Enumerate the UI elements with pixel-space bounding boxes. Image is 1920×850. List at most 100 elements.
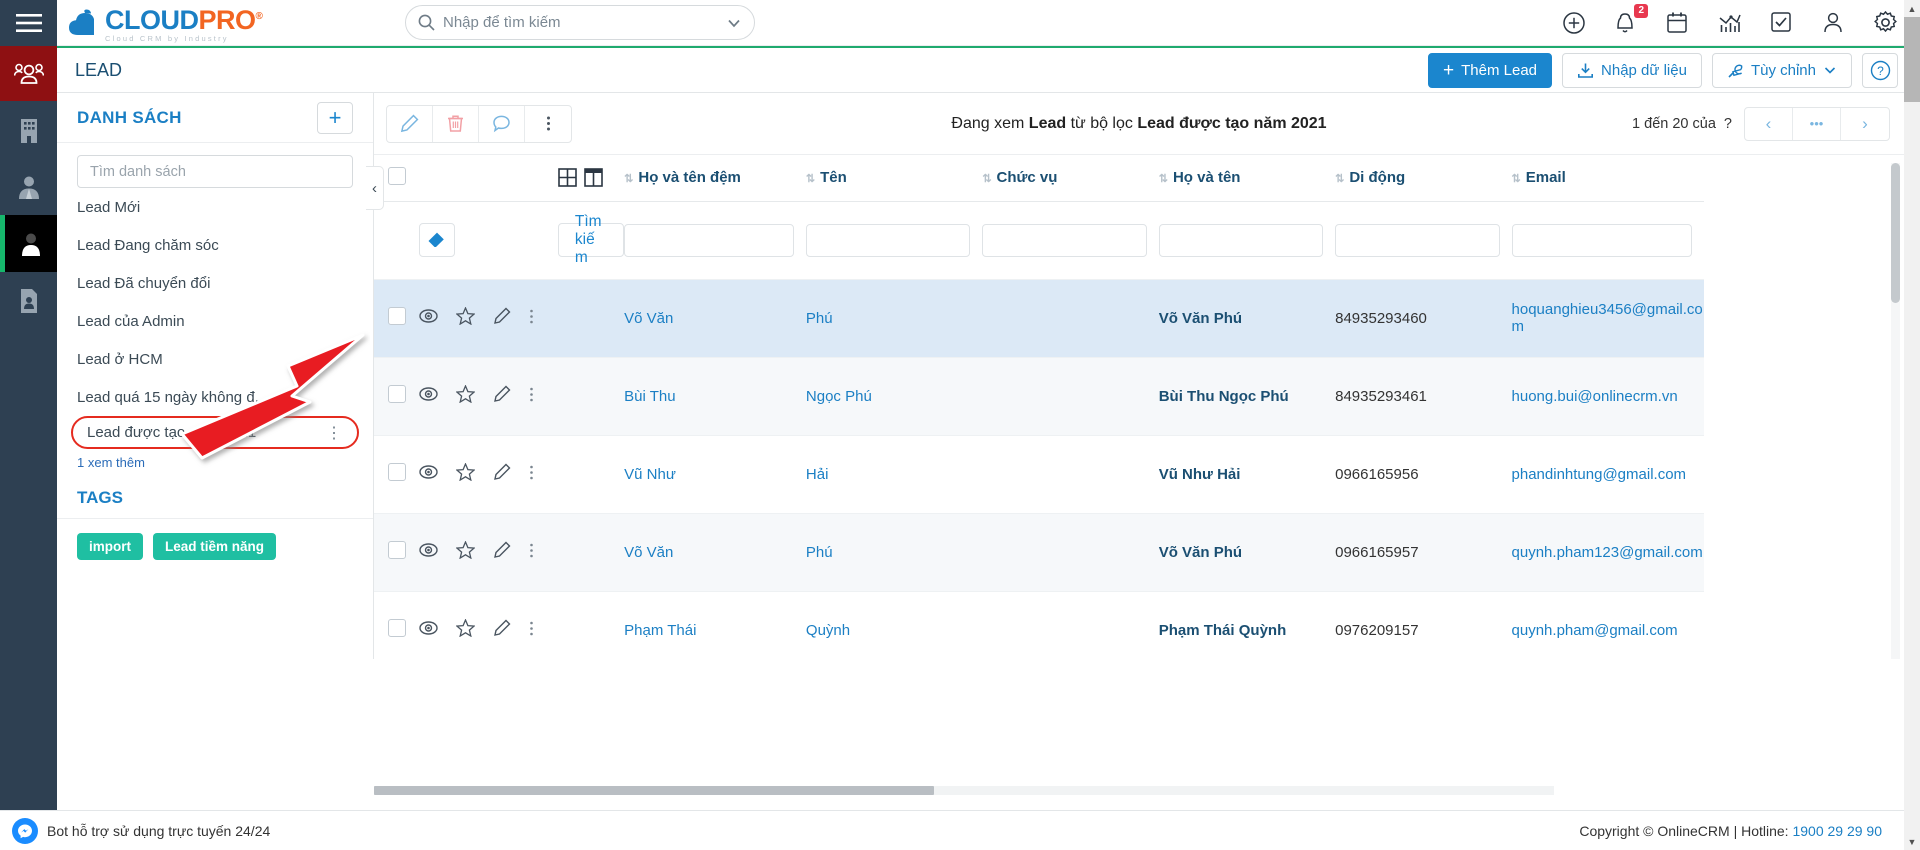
user-icon[interactable] xyxy=(1822,11,1846,35)
cell-email[interactable]: huong.bui@onlinecrm.vn xyxy=(1511,357,1704,436)
edit-pencil-icon[interactable] xyxy=(493,385,511,407)
scrollbar-track[interactable] xyxy=(1891,163,1900,659)
filter-input-di-dong[interactable] xyxy=(1335,223,1500,257)
more-vertical-icon[interactable] xyxy=(529,464,534,485)
chevron-down-icon[interactable] xyxy=(726,15,742,31)
scroll-up-arrow-icon[interactable]: ▲ xyxy=(1904,0,1920,17)
filter-input-ho-va-ten[interactable] xyxy=(1158,223,1324,257)
import-data-button[interactable]: Nhập dữ liệu xyxy=(1562,52,1702,88)
column-header-chuc-vu[interactable]: ⇅ Chức vụ xyxy=(982,155,1159,202)
filter-input-ten[interactable] xyxy=(805,223,971,257)
app-logo[interactable]: CLOUDPRO® Cloud CRM by Industry xyxy=(69,3,263,43)
page-vertical-scrollbar[interactable]: ▲ ▼ xyxy=(1904,0,1920,850)
table-row[interactable]: Võ Văn Phú Võ Văn Phú 84935293460 hoquan… xyxy=(374,279,1704,358)
scroll-down-arrow-icon[interactable]: ▼ xyxy=(1904,833,1920,850)
favorite-star-icon[interactable] xyxy=(455,384,476,407)
column-header-email[interactable]: ⇅ Email xyxy=(1511,155,1704,202)
sidebar-list-item-selected[interactable]: Lead được tạo năm 2021 ⋮ xyxy=(71,416,359,449)
sidebar-list-item[interactable]: Lead quá 15 ngày không đ.. xyxy=(57,378,373,416)
view-eye-icon[interactable] xyxy=(419,465,438,483)
list-item-more-icon[interactable]: ⋮ xyxy=(326,423,343,443)
bell-icon[interactable]: 2 xyxy=(1614,4,1648,35)
scrollbar-thumb[interactable] xyxy=(374,786,934,795)
global-search-box[interactable] xyxy=(405,5,755,40)
column-header-ho-ten-dem[interactable]: ⇅ Họ và tên đệm xyxy=(624,155,806,202)
rail-item-documents[interactable] xyxy=(0,272,57,329)
chat-support-widget[interactable]: Bot hỗ trợ sử dụng trực tuyến 24/24 xyxy=(12,817,270,844)
sort-icon[interactable]: ⇅ xyxy=(982,172,991,185)
more-vertical-icon[interactable] xyxy=(529,542,534,563)
row-checkbox[interactable] xyxy=(388,385,406,403)
sort-icon[interactable]: ⇅ xyxy=(1512,172,1521,185)
delete-icon[interactable] xyxy=(433,105,479,142)
help-button[interactable]: ? xyxy=(1862,52,1898,88)
favorite-star-icon[interactable] xyxy=(455,618,476,641)
rail-item-accounts[interactable] xyxy=(0,46,57,101)
edit-pencil-icon[interactable] xyxy=(493,307,511,329)
hamburger-menu-button[interactable] xyxy=(0,0,57,46)
table-vertical-scrollbar[interactable] xyxy=(1891,163,1900,659)
edit-pencil-icon[interactable] xyxy=(493,619,511,641)
row-checkbox[interactable] xyxy=(388,541,406,559)
table-horizontal-scrollbar[interactable] xyxy=(374,786,1554,795)
rail-item-leads[interactable] xyxy=(0,215,57,272)
add-list-button[interactable]: + xyxy=(317,101,353,134)
sidebar-list-item[interactable]: Lead ở HCM xyxy=(57,340,373,378)
row-checkbox[interactable] xyxy=(388,619,406,637)
scrollbar-thumb[interactable] xyxy=(1891,163,1900,303)
gear-icon[interactable] xyxy=(1874,10,1898,35)
more-vertical-icon[interactable] xyxy=(529,308,534,329)
more-vertical-icon[interactable] xyxy=(529,620,534,641)
pagination-more-button[interactable]: ••• xyxy=(1793,107,1841,140)
rail-item-companies[interactable] xyxy=(0,101,57,158)
favorite-star-icon[interactable] xyxy=(455,306,476,329)
list-search-box[interactable] xyxy=(77,155,353,188)
more-vertical-icon[interactable] xyxy=(529,386,534,407)
column-header-ho-va-ten[interactable]: ⇅ Họ và tên xyxy=(1158,155,1336,202)
favorite-star-icon[interactable] xyxy=(455,462,476,485)
search-input[interactable] xyxy=(443,14,726,31)
comment-icon[interactable] xyxy=(479,105,525,142)
view-eye-icon[interactable] xyxy=(419,387,438,405)
favorite-star-icon[interactable] xyxy=(455,540,476,563)
cell-email[interactable]: hoquanghieu3456@gmail.com xyxy=(1511,279,1704,358)
calendar-icon[interactable] xyxy=(1666,11,1690,35)
view-eye-icon[interactable] xyxy=(419,543,438,561)
split-view-icon[interactable] xyxy=(584,168,603,188)
filter-input-ho-ten-dem[interactable] xyxy=(624,223,794,257)
plus-circle-icon[interactable] xyxy=(1562,11,1586,35)
hotline-link[interactable]: 1900 29 29 90 xyxy=(1792,823,1882,839)
cell-email[interactable]: quynh.pham@gmail.com xyxy=(1511,591,1704,659)
sort-icon[interactable]: ⇅ xyxy=(1335,172,1344,185)
view-eye-icon[interactable] xyxy=(419,621,438,639)
cell-email[interactable]: quynh.pham123@gmail.com xyxy=(1511,513,1704,592)
more-vertical-icon[interactable] xyxy=(525,106,571,142)
pagination-next-button[interactable]: › xyxy=(1841,108,1889,140)
sidebar-list-item[interactable]: Lead Mới xyxy=(57,188,373,226)
sort-icon[interactable]: ⇅ xyxy=(806,172,815,185)
view-eye-icon[interactable] xyxy=(419,309,438,327)
grid-view-icon[interactable] xyxy=(558,168,577,188)
add-lead-button[interactable]: + Thêm Lead xyxy=(1428,52,1553,88)
table-row[interactable]: Vũ Như Hải Vũ Như Hải 0966165956 phandin… xyxy=(374,435,1704,514)
filter-input-chuc-vu[interactable] xyxy=(982,223,1147,257)
tag-chip[interactable]: Lead tiềm năng xyxy=(153,533,277,560)
rail-item-contacts[interactable] xyxy=(0,158,57,215)
table-row[interactable]: Phạm Thái Quỳnh Phạm Thái Quỳnh 09762091… xyxy=(374,591,1704,659)
sidebar-list-item[interactable]: Lead của Admin xyxy=(57,302,373,340)
scrollbar-track[interactable] xyxy=(374,786,1554,795)
page-scrollbar-thumb[interactable] xyxy=(1904,17,1920,102)
cell-email[interactable]: phandinhtung@gmail.com xyxy=(1511,435,1704,514)
sidebar-collapse-handle[interactable]: ‹ xyxy=(366,166,384,210)
column-header-di-dong[interactable]: ⇅ Di động xyxy=(1335,155,1512,202)
sort-icon[interactable]: ⇅ xyxy=(624,172,633,185)
customize-button[interactable]: Tùy chỉnh xyxy=(1711,52,1852,88)
checkbox-task-icon[interactable] xyxy=(1770,11,1794,35)
sidebar-list-item[interactable]: Lead Đã chuyển đổi xyxy=(57,264,373,302)
see-more-link[interactable]: 1 xem thêm xyxy=(57,449,373,470)
sort-icon[interactable]: ⇅ xyxy=(1159,172,1168,185)
edit-icon[interactable] xyxy=(387,105,433,142)
select-all-checkbox[interactable] xyxy=(388,166,406,185)
chart-icon[interactable] xyxy=(1718,11,1742,35)
tag-chip[interactable]: import xyxy=(77,533,143,560)
